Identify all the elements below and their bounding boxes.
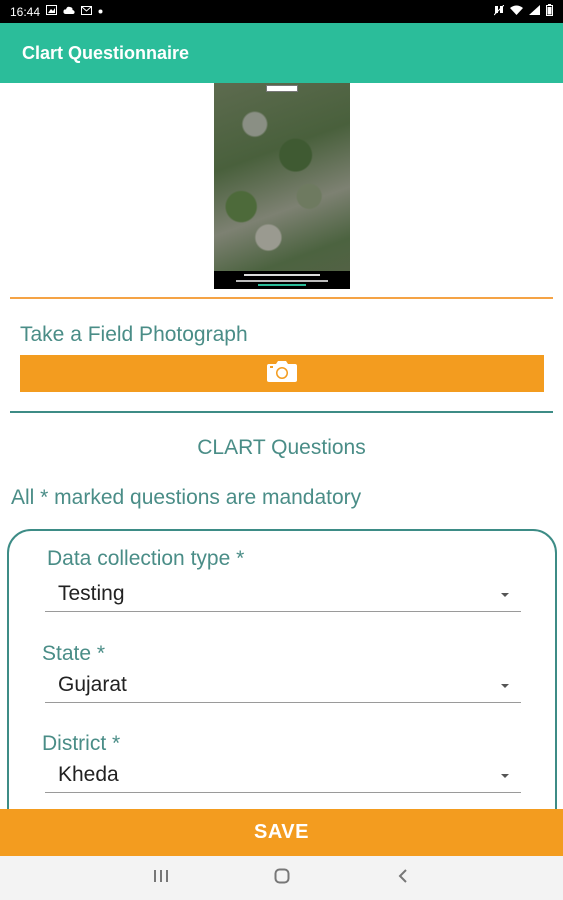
dropdown-arrow-icon: [501, 774, 509, 778]
mail-icon: [81, 5, 93, 18]
mandatory-note: All * marked questions are mandatory: [11, 486, 362, 509]
back-icon: [398, 868, 408, 889]
app-bar: Clart Questionnaire: [0, 23, 563, 83]
mute-icon: [493, 4, 505, 19]
status-bar: 16:44: [0, 0, 563, 23]
district-dropdown[interactable]: Kheda: [45, 759, 521, 793]
recent-apps-button[interactable]: [141, 863, 181, 893]
data-collection-type-label: Data collection type *: [47, 547, 245, 570]
dropdown-arrow-icon: [501, 593, 509, 597]
home-button[interactable]: [262, 863, 302, 893]
dropdown-arrow-icon: [501, 684, 509, 688]
gallery-icon: [46, 5, 58, 18]
map-preview-image: [214, 83, 350, 289]
questions-title: CLART Questions: [197, 436, 366, 459]
save-button[interactable]: SAVE: [0, 809, 563, 856]
map-caption-strip: [214, 271, 350, 289]
field-photo-label: Take a Field Photograph: [20, 323, 248, 346]
district-label: District *: [42, 732, 121, 755]
battery-icon: [546, 4, 553, 19]
camera-icon: [266, 359, 298, 388]
home-icon: [274, 868, 290, 889]
data-collection-type-value: Testing: [58, 582, 125, 605]
status-right: [493, 4, 553, 19]
dot-icon: [98, 7, 103, 17]
navigation-bar: [0, 856, 563, 900]
state-label: State *: [42, 642, 106, 665]
questions-form-card: Data collection type * Testing State * G…: [7, 529, 557, 809]
save-label: SAVE: [254, 821, 309, 843]
map-watermark: [266, 85, 298, 92]
recent-apps-icon: [153, 869, 169, 888]
data-collection-type-dropdown[interactable]: Testing: [45, 578, 521, 612]
signal-icon: [529, 5, 540, 18]
take-photo-button[interactable]: [20, 355, 544, 392]
status-time: 16:44: [10, 4, 41, 19]
form-content[interactable]: Take a Field Photograph CLART Questions …: [0, 83, 563, 809]
screen: 16:44 Clart Questionnaire Take a Field P…: [0, 0, 563, 900]
section-divider: [10, 411, 553, 413]
app-title: Clart Questionnaire: [22, 42, 190, 63]
wifi-icon: [510, 5, 523, 18]
state-value: Gujarat: [58, 673, 127, 696]
district-value: Kheda: [58, 763, 119, 786]
section-divider: [10, 297, 553, 299]
status-left: 16:44: [10, 5, 103, 19]
state-dropdown[interactable]: Gujarat: [45, 669, 521, 703]
back-button[interactable]: [383, 863, 423, 893]
cloud-icon: [63, 6, 75, 18]
